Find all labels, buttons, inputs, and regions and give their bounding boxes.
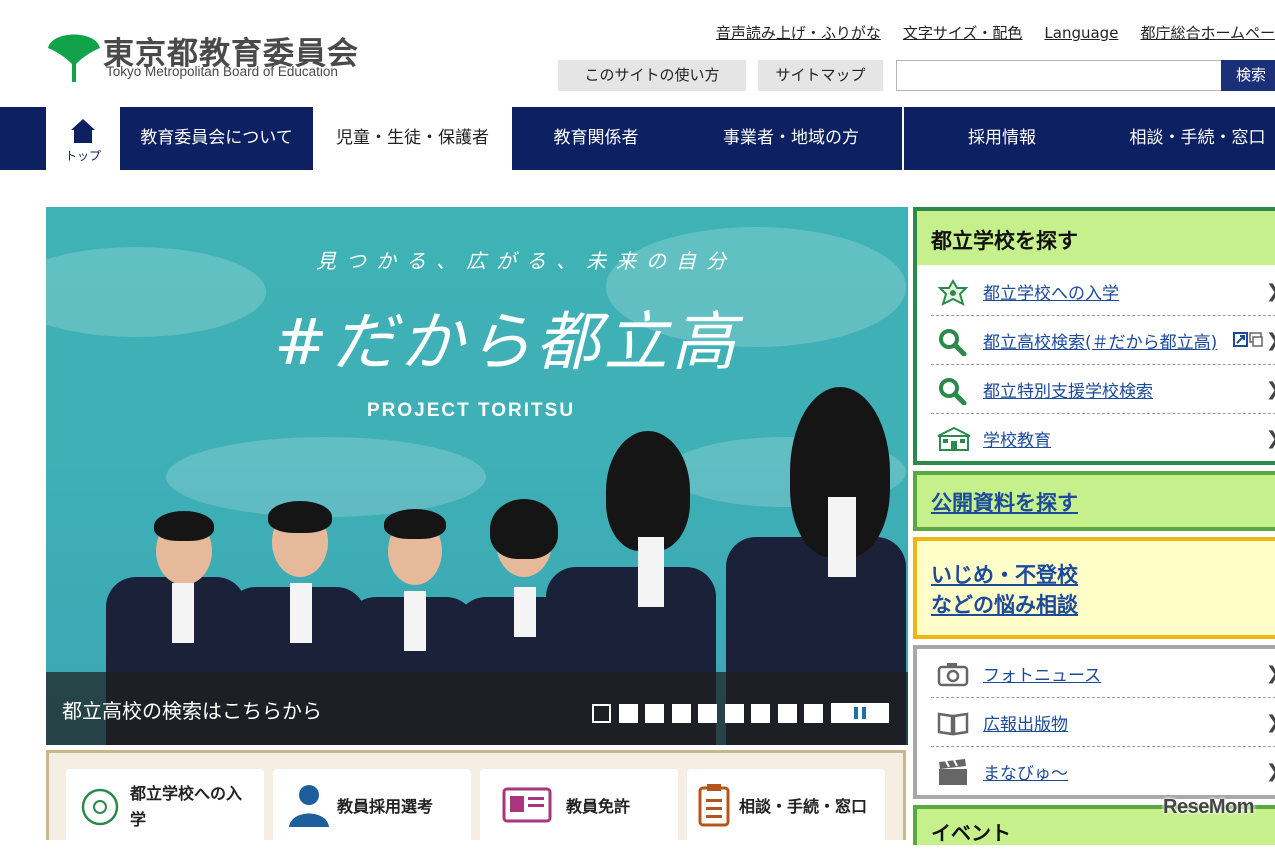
util-link-speech[interactable]: 音声読み上げ・ふりがな [716,24,881,42]
school-link-special-support[interactable]: 都立特別支援学校検索 ❯ [931,365,1275,414]
clipboard-icon [698,784,730,827]
utility-links: 音声読み上げ・ふりがな 文字サイズ・配色 Language 都庁総合ホームペー [694,22,1275,44]
media-link-manabyu[interactable]: まなびゅ〜 ❯ [931,747,1275,796]
hero-title: #だから都立高 [274,306,740,380]
magnifier-icon [939,378,967,405]
nav-item-consult[interactable]: 相談・手続・窓口 [1100,107,1275,170]
school-icon [937,426,971,451]
school-link-education[interactable]: 学校教育 ❯ [931,414,1275,463]
site-header: 東京都教育委員会 Tokyo Metropolitan Board of Edu… [0,0,1275,107]
media-panel: フォトニュース ❯ 広報出版物 ❯ まなびゅ〜 ❯ [913,645,1275,799]
school-link-admission[interactable]: 都立学校への入学 ❯ [931,267,1275,316]
search-button[interactable]: 検索 [1221,60,1275,91]
chevron-right-icon: ❯ [1266,281,1275,302]
hero-project-label: PROJECT TORITSU [367,400,576,421]
util-link-language[interactable]: Language [1044,24,1118,42]
pause-icon [854,707,858,719]
external-link-icon [1233,332,1263,347]
carousel-pause-button[interactable] [831,703,889,723]
carousel-dot[interactable] [804,704,823,723]
nav-item-business[interactable]: 事業者・地域の方 [680,107,902,170]
bullying-link-line2[interactable]: などの悩み相談 [931,589,1078,619]
nav-home-label: トップ [64,149,101,163]
license-card-icon [502,787,552,823]
nav-item-about[interactable]: 教育委員会について [120,107,313,170]
search-input[interactable] [896,60,1222,91]
global-nav: トップ 教育委員会について 児童・生徒・保護者 教育関係者 事業者・地域の方 採… [0,107,1275,170]
carousel-dot[interactable] [618,704,638,723]
util-link-font-size[interactable]: 文字サイズ・配色 [903,24,1023,42]
quick-link-label: 教員採用選考 [337,797,434,816]
media-link-publications[interactable]: 広報出版物 ❯ [931,698,1275,747]
site-logo[interactable]: 東京都教育委員会 Tokyo Metropolitan Board of Edu… [46,28,386,84]
chevron-right-icon: ❯ [1266,428,1275,449]
school-link-label: 学校教育 [983,431,1051,451]
camera-icon [937,663,969,687]
hero-carousel[interactable]: 見つかる、広がる、未来の自分 #だから都立高 PROJECT TORITSU 都… [46,207,908,745]
carousel-dot[interactable] [724,704,744,723]
school-link-highschool-search[interactable]: 都立高校検索(＃だから都立高) ❯ [931,316,1275,365]
school-link-label: 都立高校検索(＃だから都立高) [983,333,1218,353]
resemom-watermark: ReseMom [1163,796,1254,818]
carousel-dot[interactable] [751,704,770,723]
site-usage-button[interactable]: このサイトの使い方 [558,60,746,91]
clapper-icon [939,759,967,785]
pause-icon [862,707,866,719]
home-icon [71,119,95,143]
chevron-right-icon: ❯ [1266,712,1275,733]
cloud-shape [166,437,486,517]
quick-link-consult[interactable]: 相談・手続・窓口 [687,769,885,849]
nav-item-educators[interactable]: 教育関係者 [512,107,680,170]
media-link-label: まなびゅ〜 [983,764,1068,784]
teacher-icon [289,785,329,827]
sitemap-button[interactable]: サイトマップ [758,60,883,91]
bullying-link-line1[interactable]: いじめ・不登校 [931,559,1078,589]
nav-item-recruit[interactable]: 採用情報 [904,107,1100,170]
panel-header: 都立学校を探す [917,211,1275,265]
carousel-dot[interactable] [645,704,664,723]
school-link-label: 都立学校への入学 [983,284,1119,304]
nav-home[interactable]: トップ [46,107,120,170]
chevron-right-icon: ❯ [1266,761,1275,782]
cloud-shape [46,247,266,337]
hero-subtitle: 見つかる、広がる、未来の自分 [316,249,736,273]
media-link-photo-news[interactable]: フォトニュース ❯ [931,649,1275,698]
logo-title-en: Tokyo Metropolitan Board of Education [106,64,338,79]
public-docs-panel[interactable]: 公開資料を探す [913,471,1275,531]
school-link-label: 都立特別支援学校検索 [983,382,1153,402]
magnifier-icon [939,329,967,356]
sakura-icon [937,279,969,306]
chevron-right-icon: ❯ [1266,663,1275,684]
nav-item-students[interactable]: 児童・生徒・保護者 [313,107,512,170]
quick-link-label: 教員免許 [566,797,631,816]
util-link-metro-home[interactable]: 都庁総合ホームペー [1140,24,1275,42]
sakura-icon [81,788,119,826]
carousel-dot[interactable] [592,704,611,723]
quick-link-license[interactable]: 教員免許 [480,769,678,849]
carousel-dot[interactable] [698,704,717,723]
hero-caption[interactable]: 都立高校の検索はこちらから [62,695,322,724]
media-link-label: フォトニュース [983,666,1102,686]
book-icon [937,712,969,736]
chevron-right-icon: ❯ [1266,379,1275,400]
media-link-label: 広報出版物 [983,715,1068,735]
bullying-consult-panel[interactable]: いじめ・不登校 などの悩み相談 [913,537,1275,639]
public-docs-link[interactable]: 公開資料を探す [931,487,1078,517]
quick-links: 都立学校への入学 教員採用選考 教員免許 相談・手続・窓口 [46,750,906,849]
carousel-dot[interactable] [777,704,797,723]
quick-link-admission[interactable]: 都立学校への入学 [66,769,264,849]
school-search-panel: 都立学校を探す 都立学校への入学 ❯ 都立高校検索(＃だから都立高) ❯ 都立特… [913,207,1275,465]
panel-title: 都立学校を探す [931,229,1078,253]
ginkgo-logo-icon [48,34,100,82]
chevron-right-icon: ❯ [1266,330,1275,351]
quick-link-recruit[interactable]: 教員採用選考 [273,769,471,849]
carousel-dot[interactable] [671,704,691,723]
quick-link-label: 相談・手続・窓口 [739,797,868,816]
quick-link-label: 都立学校への入学 [130,784,243,829]
